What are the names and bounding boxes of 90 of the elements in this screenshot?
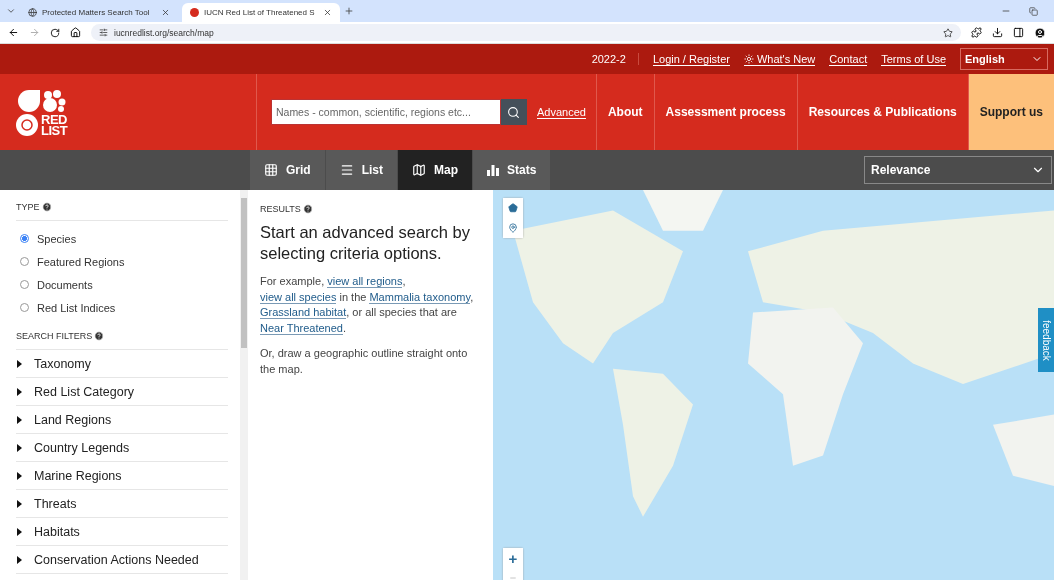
star-icon[interactable]	[943, 27, 953, 38]
top-link[interactable]: Terms of Use	[881, 52, 946, 66]
section-heading: TYPE	[16, 202, 40, 212]
draw-polygon-button[interactable]	[503, 198, 523, 218]
radio-button[interactable]	[20, 303, 29, 312]
browser-tab[interactable]: Protected Matters Search Tool	[20, 3, 178, 22]
filter-label[interactable]: Red List Category	[34, 384, 135, 399]
radio-button[interactable]	[20, 280, 29, 289]
section-heading: SEARCH FILTERS	[16, 331, 93, 341]
text-link[interactable]: Near Threatened	[260, 321, 343, 335]
scrollbar-thumb[interactable]	[241, 198, 247, 348]
caret-right-icon[interactable]	[16, 527, 23, 536]
advanced-link[interactable]: Advanced	[536, 105, 586, 119]
search-field[interactable]: Names - common, scientific, regions etc...	[270, 99, 501, 125]
filter-label[interactable]: Taxonomy	[34, 356, 91, 371]
feedback-tab[interactable]: feedback	[1038, 308, 1054, 372]
home-icon[interactable]	[70, 27, 81, 38]
sun-icon	[743, 53, 754, 64]
caret-right-icon[interactable]	[16, 415, 23, 424]
example-paragraph: For example, view all regions, view all species in the Mammalia taxonomy, Grassland habitat, or all species that are Near Threatened.	[260, 274, 475, 336]
search-icon	[507, 105, 521, 119]
restore-icon[interactable]	[1029, 6, 1038, 16]
sort-select[interactable]: Relevance	[864, 156, 1052, 184]
help-icon[interactable]	[41, 202, 52, 212]
caret-right-icon[interactable]	[16, 387, 23, 396]
place-pin-button[interactable]	[503, 218, 523, 238]
logo-text: LIST	[41, 124, 68, 136]
caret-right-icon[interactable]	[16, 471, 23, 480]
top-link[interactable]: Login / Register	[652, 52, 730, 66]
side-panel-icon[interactable]	[1013, 27, 1024, 38]
view-tab[interactable]: Map	[398, 150, 473, 190]
pentagon-icon	[508, 203, 518, 213]
view-tab[interactable]: Stats	[473, 150, 552, 190]
radio-label: Featured Regions	[37, 255, 125, 268]
radio-label: Species	[37, 232, 77, 245]
caret-right-icon[interactable]	[16, 443, 23, 452]
menu-icon	[339, 163, 354, 177]
caret-right-icon[interactable]	[16, 555, 23, 564]
close-icon[interactable]	[161, 8, 170, 17]
caret-right-icon[interactable]	[16, 359, 23, 368]
radio-button[interactable]	[20, 234, 29, 243]
help-icon[interactable]	[302, 204, 313, 214]
top-link[interactable]: What's New	[743, 52, 816, 66]
support-button[interactable]: Support us	[967, 74, 1054, 150]
filter-label[interactable]: Land Regions	[34, 412, 112, 427]
profile-icon[interactable]	[1034, 26, 1046, 39]
reload-icon[interactable]	[50, 27, 60, 38]
section-heading: RESULTS	[260, 204, 301, 214]
radio-button[interactable]	[20, 257, 29, 266]
filter-label[interactable]: Country Legends	[34, 440, 130, 455]
tab-list-icon[interactable]	[6, 6, 16, 16]
seal-icon	[16, 113, 38, 136]
grid-icon	[264, 163, 278, 177]
address-bar[interactable]: iucnredlist.org/search/map	[91, 24, 961, 41]
puzzle-icon[interactable]	[971, 27, 982, 38]
globe-icon	[28, 8, 37, 17]
search-button[interactable]	[500, 99, 527, 125]
filter-label[interactable]: Habitats	[34, 524, 80, 539]
language-select[interactable]: English	[960, 48, 1048, 70]
drop-icon	[190, 8, 199, 17]
site-settings-icon	[99, 28, 108, 37]
filter-label[interactable]: Marine Regions	[34, 468, 122, 483]
view-tab[interactable]: Grid	[250, 150, 326, 190]
version-label: 2022-2	[591, 53, 639, 65]
radio-label: Red List Indices	[37, 301, 116, 314]
pin-icon	[508, 223, 518, 233]
logo-shapes-icon	[16, 88, 66, 113]
close-icon[interactable]	[323, 8, 332, 17]
url-text: iucnredlist.org/search/map	[114, 27, 214, 38]
map-icon	[412, 163, 426, 177]
zoom-in-button[interactable]: +	[503, 548, 523, 568]
results-title: Start an advanced search by selecting criteria options.	[260, 222, 472, 264]
filter-label[interactable]: Threats	[34, 496, 77, 511]
new-tab-icon[interactable]	[344, 6, 354, 16]
download-icon[interactable]	[992, 27, 1003, 38]
hint-paragraph: Or, draw a geographic outline straight onto the map.	[260, 346, 469, 377]
help-icon[interactable]	[94, 331, 105, 341]
minus-icon	[509, 574, 517, 580]
browser-tab[interactable]: IUCN Red List of Threatened S	[182, 3, 340, 22]
bar-chart-icon	[487, 164, 499, 176]
back-icon[interactable]	[8, 27, 19, 38]
top-link[interactable]: Contact	[829, 52, 868, 66]
tab-title: Protected Matters Search Tool	[42, 8, 151, 17]
radio-label: Documents	[37, 278, 93, 291]
view-tab[interactable]: List	[325, 150, 398, 190]
tab-title: IUCN Red List of Threatened S	[204, 8, 316, 17]
logo-text: RED	[41, 113, 67, 125]
text-link[interactable]: view all species	[260, 290, 337, 304]
caret-right-icon[interactable]	[16, 499, 23, 508]
filter-label[interactable]: Conservation Actions Needed	[34, 552, 199, 567]
